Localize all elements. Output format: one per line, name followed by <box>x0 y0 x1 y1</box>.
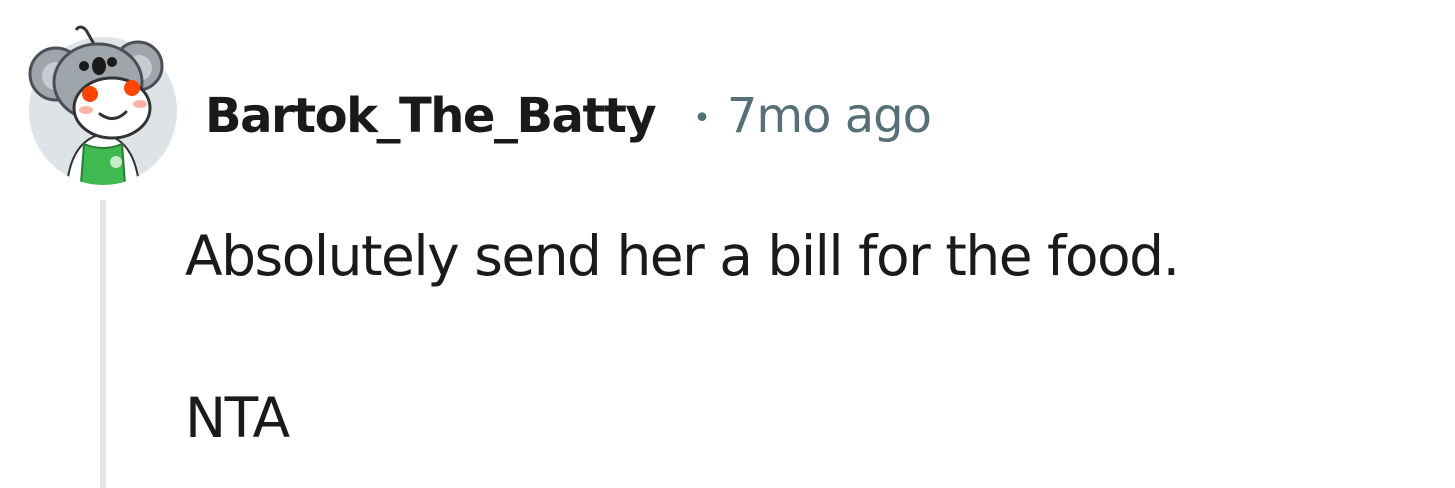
user-avatar[interactable] <box>28 22 178 186</box>
meta-separator: • <box>693 100 711 136</box>
comment-paragraph: NTA <box>185 386 290 450</box>
comment: Bartok_The_Batty • 7mo ago Absolutely se… <box>0 0 1455 488</box>
comment-paragraph: Absolutely send her a bill for the food. <box>185 224 1180 288</box>
author-username-link[interactable]: Bartok_The_Batty <box>205 88 657 144</box>
thread-collapse-line[interactable] <box>100 200 106 488</box>
comment-meta: Bartok_The_Batty • 7mo ago <box>205 84 932 148</box>
koala-snoo-avatar-icon <box>28 25 177 185</box>
comment-timestamp-link[interactable]: 7mo ago <box>727 88 932 144</box>
comment-body: Absolutely send her a bill for the food.… <box>185 218 1435 456</box>
